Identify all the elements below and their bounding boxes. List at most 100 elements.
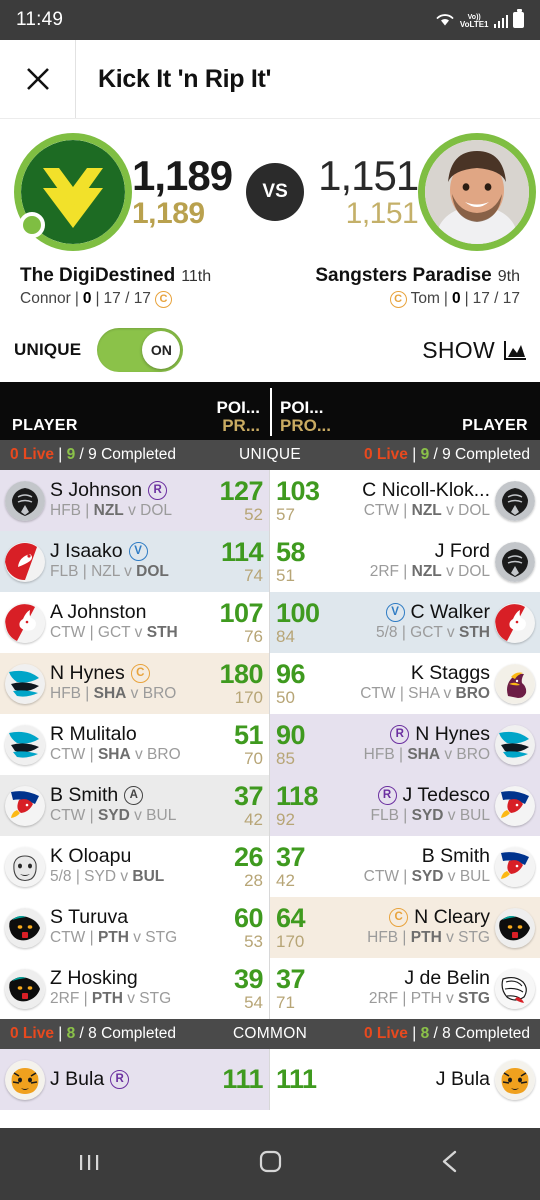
table-row[interactable]: S Johnson R HFB | NZL v DOL 127 52 103 57… [0, 470, 540, 531]
table-row[interactable]: R Mulitalo CTW | SHA v BRO 51 70 90 85 R… [0, 714, 540, 775]
row-left-player[interactable]: A Johnston CTW | GCT v STH 107 76 [0, 592, 270, 653]
team-logo-panthers-icon [5, 968, 45, 1009]
points-actual: 96 [276, 658, 306, 689]
status-bar-time: 11:49 [16, 9, 64, 30]
player-info: B Smith A CTW | SYD v BUL [50, 785, 203, 826]
app-bar: Kick It 'n Rip It' [0, 40, 540, 118]
row-left-player[interactable]: J Bula R 111 [0, 1049, 270, 1110]
points-projected: 52 [244, 504, 263, 524]
player-info: K Oloapu 5/8 | SYD v BUL [50, 846, 203, 887]
row-left-player[interactable]: J Isaako V FLB | NZL v DOL 114 74 [0, 531, 270, 592]
player-name: R Mulitalo [50, 723, 137, 745]
row-right-player[interactable]: 100 84 VC Walker 5/8 | GCT v STH [270, 592, 540, 653]
row-right-player[interactable]: 118 92 RJ Tedesco FLB | SYD v BUL [270, 775, 540, 836]
player-info: RN Hynes HFB | SHA v BRO [336, 724, 490, 765]
points-projected: 70 [244, 748, 263, 768]
player-name: RN Hynes [336, 724, 490, 745]
back-button[interactable] [434, 1147, 466, 1182]
points-actual: 51 [233, 719, 264, 750]
close-icon [26, 68, 49, 90]
row-right-player[interactable]: 96 50 K Staggs CTW | SHA v BRO [270, 653, 540, 714]
points-projected: 57 [276, 504, 295, 524]
player-points: 39 54 [203, 963, 269, 1013]
player-points: 26 28 [203, 842, 269, 891]
player-meta: CTW | SYD v BUL [363, 868, 490, 886]
table-row[interactable]: S Turuva CTW | PTH v STG 60 53 64 170 CN… [0, 897, 540, 958]
away-team-name: Sangsters Paradise [315, 265, 492, 286]
player-meta: FLB | SYD v BUL [370, 807, 490, 825]
row-right-player[interactable]: 103 57 C Nicoll-Klok... CTW | NZL v DOL [270, 470, 540, 531]
common-status-left: 0 Live | 8 / 8 Completed [10, 1025, 177, 1042]
home-button[interactable] [254, 1147, 286, 1182]
captain-badge-icon: C [389, 290, 407, 308]
player-info: J Bula R [50, 1069, 203, 1090]
team-logo [495, 541, 535, 582]
chart-icon [504, 340, 526, 360]
player-meta: CTW | SHA v BRO [360, 685, 490, 703]
table-row[interactable]: N Hynes C HFB | SHA v BRO 180 170 96 50 K… [0, 653, 540, 714]
close-button[interactable] [0, 40, 76, 118]
player-name: RJ Tedesco [336, 785, 490, 806]
player-badge-r-icon: R [110, 1070, 130, 1089]
player-badge-v-icon: V [128, 542, 148, 562]
player-info: RJ Tedesco FLB | SYD v BUL [336, 785, 490, 826]
player-meta: HFB | SHA v BRO [363, 746, 490, 764]
table-row[interactable]: J Bula R 111 111 J Bula [0, 1049, 540, 1110]
row-right-player[interactable]: 64 170 CN Cleary HFB | PTH v STG [270, 897, 540, 958]
player-badge-v-icon: V [385, 603, 405, 623]
points-actual: 37 [276, 841, 306, 872]
player-points: 64 170 [270, 903, 336, 952]
player-meta: HFB | NZL v DOL [50, 502, 173, 520]
common-status-row: 0 Live | 8 / 8 Completed COMMON 0 Live |… [0, 1019, 540, 1049]
team-logo [495, 907, 535, 948]
row-left-player[interactable]: S Johnson R HFB | NZL v DOL 127 52 [0, 470, 270, 531]
points-projected: 84 [276, 626, 295, 646]
table-row[interactable]: K Oloapu 5/8 | SYD v BUL 26 28 37 42 B S… [0, 836, 540, 897]
recents-button[interactable] [74, 1147, 106, 1182]
row-left-player[interactable]: K Oloapu 5/8 | SYD v BUL 26 28 [0, 836, 270, 897]
player-badge-r-icon: R [148, 481, 168, 501]
row-right-player[interactable]: 58 51 J Ford 2RF | NZL v DOL [270, 531, 540, 592]
table-row[interactable]: A Johnston CTW | GCT v STH 107 76 100 84… [0, 592, 540, 653]
points-actual: 107 [219, 597, 263, 628]
row-left-player[interactable]: N Hynes C HFB | SHA v BRO 180 170 [0, 653, 270, 714]
team-logo [495, 663, 535, 704]
points-projected: 85 [276, 748, 295, 768]
table-row[interactable]: B Smith A CTW | SYD v BUL 37 42 118 92 RJ… [0, 775, 540, 836]
points-projected: 50 [276, 687, 295, 707]
row-left-player[interactable]: S Turuva CTW | PTH v STG 60 53 [0, 897, 270, 958]
team-logo [5, 1059, 45, 1100]
unique-toggle[interactable]: ON [97, 328, 184, 372]
points-actual: 180 [219, 658, 263, 689]
player-name: Z Hosking [50, 967, 138, 989]
player-points: 37 71 [270, 964, 336, 1013]
team-logo [495, 602, 535, 643]
player-meta: CTW | PTH v STG [50, 929, 178, 947]
points-actual: 118 [276, 780, 319, 811]
row-right-player[interactable]: 37 42 B Smith CTW | SYD v BUL [270, 836, 540, 897]
row-left-player[interactable]: R Mulitalo CTW | SHA v BRO 51 70 [0, 714, 270, 775]
team-logo [5, 846, 45, 887]
team-logo [5, 480, 45, 521]
row-left-player[interactable]: B Smith A CTW | SYD v BUL 37 42 [0, 775, 270, 836]
player-name: J Bula [435, 1068, 490, 1090]
player-info: J Ford 2RF | NZL v DOL [336, 541, 490, 582]
player-badge-r-icon: R [377, 786, 397, 806]
points-actual: 39 [233, 963, 264, 994]
row-right-player[interactable]: 111 J Bula [270, 1049, 540, 1110]
table-row[interactable]: J Isaako V FLB | NZL v DOL 114 74 58 51 J… [0, 531, 540, 592]
captain-badge-icon: C [154, 290, 172, 308]
player-points: 37 42 [203, 781, 269, 830]
row-left-player[interactable]: Z Hosking 2RF | PTH v STG 39 54 [0, 958, 270, 1019]
table-row[interactable]: Z Hosking 2RF | PTH v STG 39 54 37 71 J … [0, 958, 540, 1019]
team-logo-dragons-icon [495, 968, 535, 1009]
away-team-avatar[interactable] [418, 133, 537, 251]
signal-bars-icon [493, 14, 508, 28]
row-right-player[interactable]: 37 71 J de Belin 2RF | PTH v STG [270, 958, 540, 1019]
team-logo-roosters-icon [495, 846, 535, 887]
row-right-player[interactable]: 90 85 RN Hynes HFB | SHA v BRO [270, 714, 540, 775]
team-logo [5, 602, 45, 643]
home-team-avatar[interactable] [14, 133, 132, 251]
team-logo-sharks-icon [5, 724, 45, 765]
show-button[interactable]: SHOW [422, 337, 526, 364]
